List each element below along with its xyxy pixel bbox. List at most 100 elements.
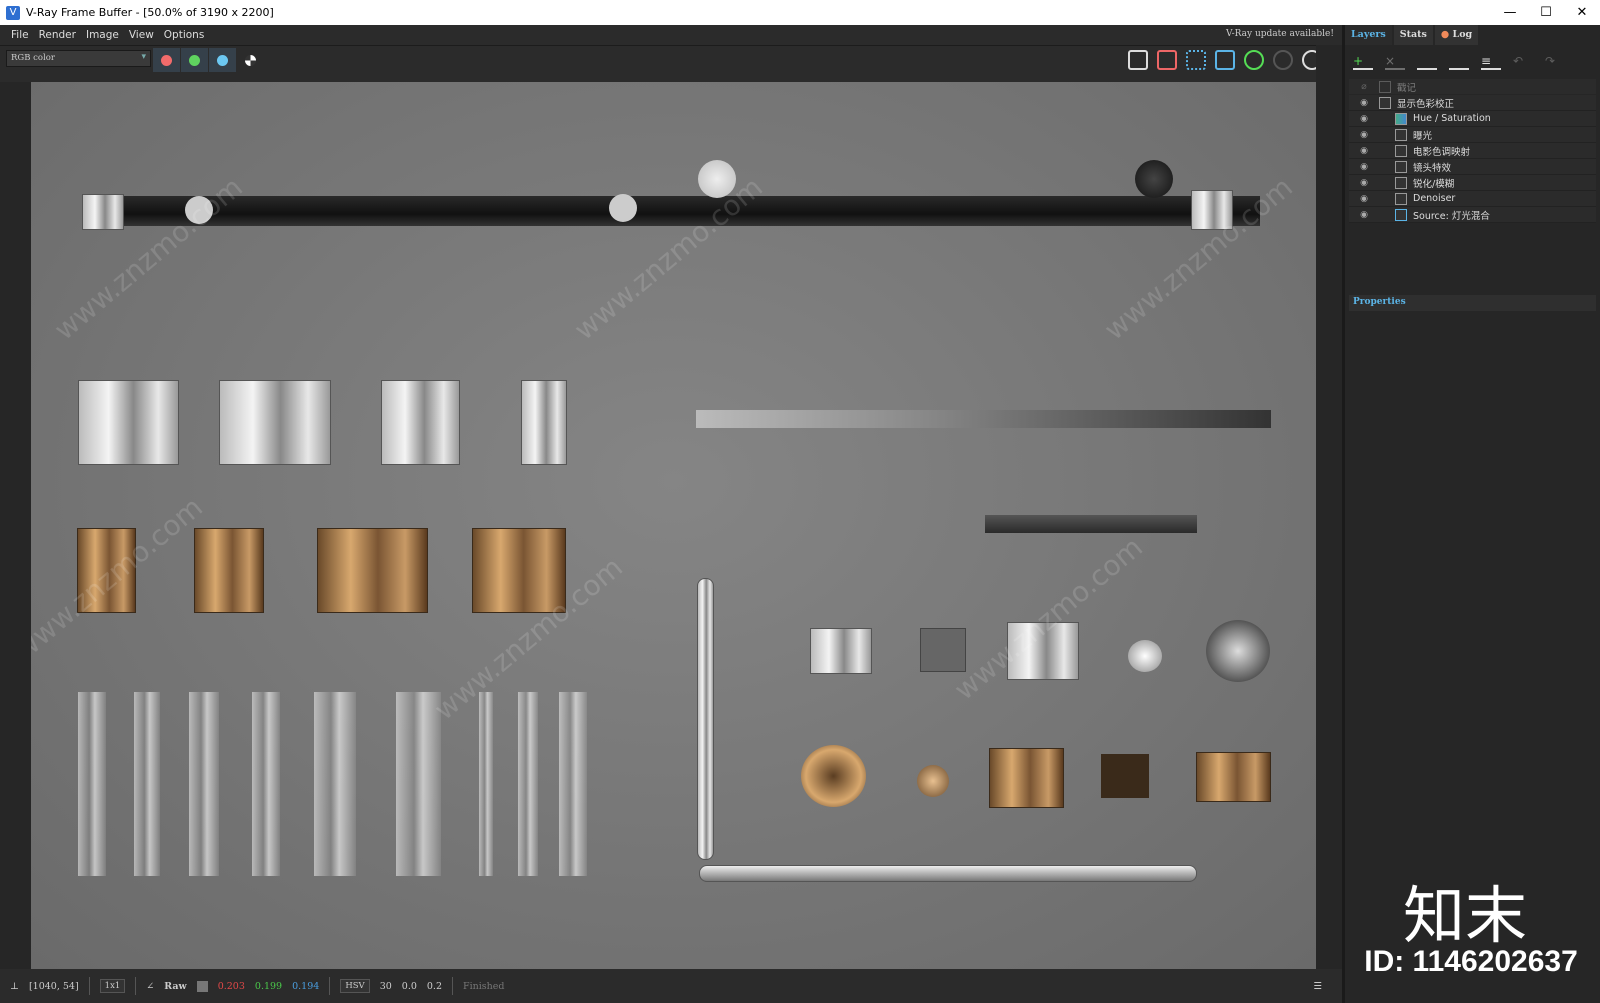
silver-hinge [219, 380, 331, 465]
redo-icon[interactable]: ↷ [1545, 54, 1565, 70]
curve-icon [1379, 96, 1391, 109]
zoom-select[interactable]: 1x1 [99, 979, 126, 993]
layer-row[interactable]: ⌀ 戳记 [1349, 79, 1596, 95]
filmic-tonemap-icon [1395, 144, 1407, 157]
roller [698, 160, 736, 198]
save-layers-icon[interactable] [1417, 54, 1437, 70]
eye-icon[interactable]: ◉ [1349, 178, 1379, 188]
layer-row[interactable]: ◉ Hue / Saturation [1349, 111, 1596, 127]
tab-log-label: Log [1452, 29, 1473, 40]
layer-row[interactable]: ◉ Denoiser [1349, 191, 1596, 207]
minimize-button[interactable]: — [1492, 0, 1528, 25]
layer-row[interactable]: ◉ 电影色调映射 [1349, 143, 1596, 159]
alpha-channel-button[interactable] [237, 48, 264, 72]
clear-image-icon[interactable] [1157, 50, 1177, 70]
log-toggle-icon[interactable]: ☰ [1313, 981, 1322, 992]
pixel-coords: [1040, 54] [28, 980, 79, 992]
gold-knob [917, 765, 949, 797]
eye-icon[interactable]: ◉ [1349, 114, 1379, 124]
update-notice[interactable]: V-Ray update available! [1226, 29, 1334, 39]
color-swatch [196, 980, 208, 992]
visibility-off-icon[interactable]: ⌀ [1349, 82, 1379, 92]
layer-row[interactable]: ◉ 镜头特效 [1349, 159, 1596, 175]
hue-saturation-icon [1395, 112, 1407, 125]
region-render-icon[interactable] [1186, 50, 1206, 70]
layer-row[interactable]: ◉ Source: 灯光混合 [1349, 207, 1596, 223]
splitter[interactable] [1316, 45, 1342, 969]
long-bar [696, 410, 1271, 428]
layer-label: 电影色调映射 [1413, 146, 1471, 158]
load-layers-icon[interactable] [1449, 54, 1469, 70]
layer-row[interactable]: ◉ 锐化/模糊 [1349, 175, 1596, 191]
curve-icon[interactable]: ∠ [146, 981, 154, 992]
glass-seal [189, 692, 219, 876]
silver-clamp [810, 628, 872, 674]
gold-knob [801, 745, 866, 807]
blue-channel-button[interactable] [209, 48, 236, 72]
eye-icon[interactable]: ◉ [1349, 98, 1379, 108]
close-button[interactable]: ✕ [1564, 0, 1600, 25]
layer-list: ⌀ 戳记 ◉ 显示色彩校正 ◉ Hue / Saturation ◉ 曝光 ◉ 电影色调映… [1349, 79, 1596, 223]
eye-icon[interactable]: ◉ [1349, 162, 1379, 172]
toggle-panel-icon[interactable] [1215, 50, 1235, 70]
menu-render[interactable]: Render [39, 29, 76, 41]
add-layer-icon[interactable]: + [1353, 54, 1373, 70]
layer-label: Hue / Saturation [1413, 113, 1491, 124]
gold-hinge [77, 528, 136, 613]
save-image-icon[interactable] [1128, 50, 1148, 70]
brand-watermark: 知末 [1402, 879, 1527, 952]
eye-icon[interactable]: ◉ [1349, 194, 1379, 204]
layer-label: 戳记 [1397, 82, 1417, 94]
undo-icon[interactable]: ↶ [1513, 54, 1533, 70]
menu-file[interactable]: File [11, 29, 29, 41]
rail-end-cap [1191, 190, 1233, 230]
red-channel-button[interactable] [153, 48, 180, 72]
layer-row[interactable]: ◉ 曝光 [1349, 127, 1596, 143]
tab-stats[interactable]: Stats [1393, 25, 1433, 45]
layer-list-icon[interactable]: ≡ [1481, 54, 1501, 70]
menu-bar: File Render Image View Options V-Ray upd… [0, 25, 1342, 45]
lens-effects-icon [1395, 160, 1407, 173]
left-margin [0, 82, 31, 969]
tab-log[interactable]: ● Log [1434, 25, 1479, 45]
eye-icon[interactable]: ◉ [1349, 146, 1379, 156]
pin-icon[interactable]: ⊥ [10, 981, 19, 992]
delete-layer-icon[interactable]: × [1385, 54, 1405, 70]
menu-view[interactable]: View [129, 29, 154, 41]
towel-bar-horizontal [699, 865, 1197, 882]
short-bar [985, 515, 1197, 533]
maximize-button[interactable]: ☐ [1528, 0, 1564, 25]
watermark: www.znzmo.com [947, 530, 1149, 707]
layer-label: 锐化/模糊 [1413, 178, 1455, 190]
layers-panel: Layers Stats ● Log + × ≡ ↶ ↷ ⌀ 戳记 ◉ 显示色彩校正… [1342, 25, 1600, 1003]
dark-clamp [920, 628, 966, 672]
eye-icon[interactable]: ◉ [1349, 130, 1379, 140]
silver-clamp [1007, 622, 1079, 680]
value-value: 0.2 [426, 980, 442, 992]
stop-render-icon[interactable] [1273, 50, 1293, 70]
gold-clamp [989, 748, 1064, 808]
saturation-value: 0.0 [401, 980, 417, 992]
channel-select[interactable]: RGB color [6, 50, 151, 67]
render-teapot-icon[interactable] [1244, 50, 1264, 70]
green-channel-button[interactable] [181, 48, 208, 72]
render-viewport[interactable]: www.znzmo.com www.znzmo.com www.znzmo.co… [31, 82, 1316, 969]
sharpen-blur-icon [1395, 176, 1407, 189]
tab-layers[interactable]: Layers [1345, 25, 1392, 45]
green-dot-icon [189, 54, 200, 66]
menu-options[interactable]: Options [164, 29, 205, 41]
layer-row[interactable]: ◉ 显示色彩校正 [1349, 95, 1596, 111]
light-mix-icon [1395, 208, 1407, 221]
rail-end-cap [82, 194, 124, 230]
colorspace-select[interactable]: HSV [340, 979, 370, 993]
blue-dot-icon [217, 54, 228, 66]
gold-hinge [472, 528, 566, 613]
eye-icon[interactable]: ◉ [1349, 210, 1379, 220]
toolbar: RGB color [0, 45, 1342, 81]
towel-bar-vertical [697, 578, 714, 860]
roller [1135, 160, 1173, 198]
menu-image[interactable]: Image [86, 29, 119, 41]
gold-clamp [1196, 752, 1271, 802]
title-bar: V V-Ray Frame Buffer - [50.0% of 3190 x … [0, 0, 1600, 25]
red-dot-icon [161, 54, 172, 66]
